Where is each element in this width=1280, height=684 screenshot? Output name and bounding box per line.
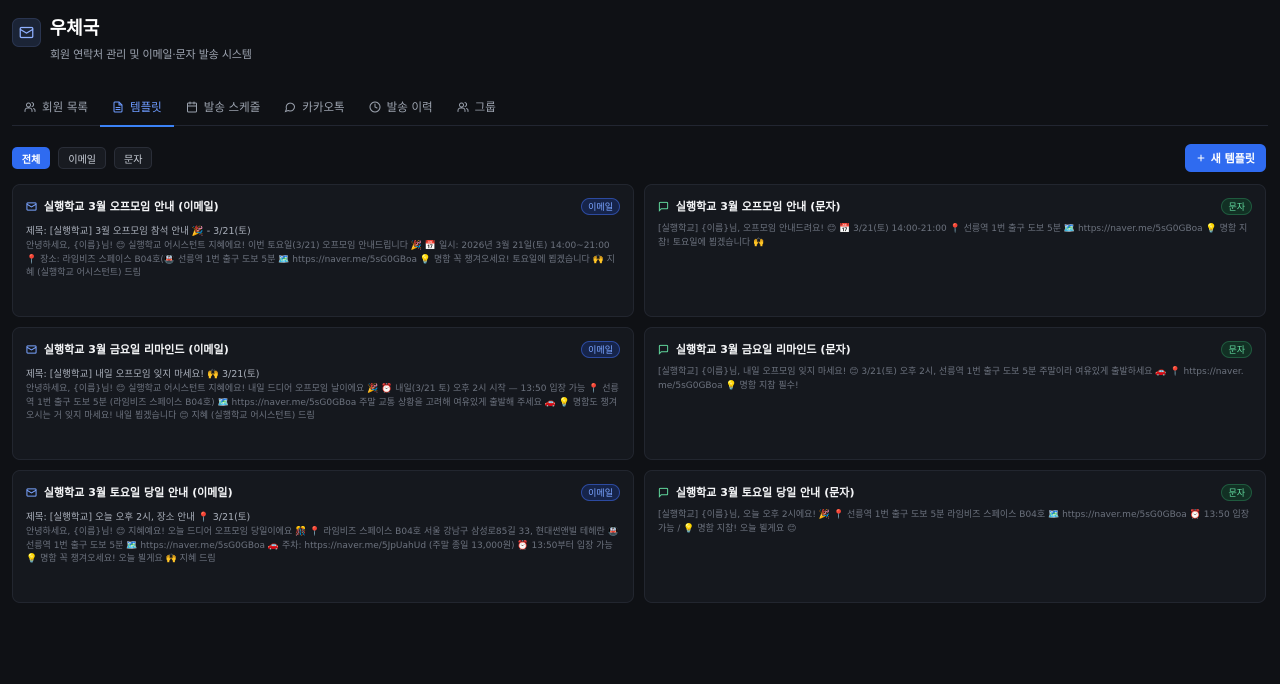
- filter-email-button[interactable]: 이메일: [58, 147, 107, 169]
- users-group-icon: [457, 102, 469, 112]
- template-title: 실행학교 3월 오프모임 안내 (문자): [676, 200, 841, 213]
- template-subject: 제목: [실행학교] 3월 오프모임 참석 안내 🎉 - 3/21(토): [26, 226, 251, 237]
- template-card[interactable]: 실행학교 3월 오프모임 안내 (이메일) 이메일 제목: [실행학교] 3월 …: [12, 184, 634, 317]
- plus-icon: [1197, 154, 1205, 162]
- new-template-label: 새 템플릿: [1210, 152, 1256, 165]
- template-subject: 제목: [실행학교] 오늘 오후 2시, 장소 안내 📍 3/21(토): [26, 512, 251, 523]
- template-title: 실행학교 3월 토요일 당일 안내 (이메일): [44, 486, 233, 499]
- tab-history[interactable]: 발송 이력: [357, 88, 445, 126]
- mail-icon: [26, 201, 37, 211]
- app-subtitle: 회원 연락처 관리 및 이메일·문자 발송 시스템: [50, 48, 252, 61]
- mail-icon: [26, 487, 37, 497]
- tab-groups[interactable]: 그룹: [445, 88, 508, 126]
- template-card[interactable]: 실행학교 3월 토요일 당일 안내 (이메일) 이메일 제목: [실행학교] 오…: [12, 470, 634, 603]
- type-badge: 문자: [1221, 484, 1252, 501]
- type-badge: 이메일: [581, 341, 620, 358]
- template-body: [실행학교] {이름}님, 오늘 오후 2시에요! 🎉 📍 선릉역 1번 출구 …: [658, 510, 1250, 534]
- mail-icon: [26, 344, 37, 354]
- tab-label: 카카오톡: [302, 100, 345, 114]
- filter-sms-button[interactable]: 문자: [114, 147, 153, 169]
- template-title: 실행학교 3월 금요일 리마인드 (이메일): [44, 343, 229, 356]
- tab-schedule[interactable]: 발송 스케줄: [174, 88, 273, 126]
- filter-all-button[interactable]: 전체: [12, 147, 51, 169]
- template-card[interactable]: 실행학교 3월 금요일 리마인드 (문자) 문자 [실행학교] {이름}님, 내…: [644, 327, 1266, 460]
- template-title: 실행학교 3월 오프모임 안내 (이메일): [44, 200, 219, 213]
- type-badge: 이메일: [581, 484, 620, 501]
- type-badge: 이메일: [581, 198, 620, 215]
- tab-label: 발송 이력: [386, 100, 433, 114]
- new-template-button[interactable]: 새 템플릿: [1185, 144, 1266, 172]
- tab-label: 템플릿: [129, 100, 162, 114]
- type-badge: 문자: [1221, 198, 1252, 215]
- tab-templates[interactable]: 템플릿: [99, 88, 174, 127]
- tab-label: 그룹: [474, 100, 496, 114]
- app-root: 우체국 회원 연락처 관리 및 이메일·문자 발송 시스템 회원 목록 템플릿 …: [0, 0, 1280, 684]
- app-title: 우체국: [50, 18, 100, 39]
- template-subject: 제목: [실행학교] 내일 오프모임 잊지 마세요! 🙌 3/21(토): [26, 369, 260, 380]
- template-title: 실행학교 3월 금요일 리마인드 (문자): [676, 343, 851, 356]
- template-body: 안녕하세요, {이름}님! 😊 실행학교 어시스턴트 지혜에요! 내일 드디어 …: [26, 384, 619, 421]
- clock-icon: [369, 101, 381, 113]
- template-body: [실행학교] {이름}님, 오프모임 안내드려요! 😊 📅 3/21(토) 14…: [658, 224, 1248, 248]
- calendar-icon: [186, 101, 197, 113]
- tab-label: 발송 스케줄: [203, 100, 261, 114]
- tab-kakaotalk[interactable]: 카카오톡: [272, 88, 356, 126]
- template-card[interactable]: 실행학교 3월 금요일 리마인드 (이메일) 이메일 제목: [실행학교] 내일…: [12, 327, 634, 460]
- template-card[interactable]: 실행학교 3월 오프모임 안내 (문자) 문자 [실행학교] {이름}님, 오프…: [644, 184, 1266, 317]
- template-card[interactable]: 실행학교 3월 토요일 당일 안내 (문자) 문자 [실행학교] {이름}님, …: [644, 470, 1266, 603]
- tab-members[interactable]: 회원 목록: [12, 88, 100, 126]
- message-square-icon: [658, 344, 669, 355]
- users-icon: [24, 102, 36, 112]
- mail-logo-icon: [12, 18, 41, 47]
- file-text-icon: [113, 101, 123, 113]
- template-grid: 실행학교 3월 오프모임 안내 (이메일) 이메일 제목: [실행학교] 3월 …: [12, 184, 1266, 603]
- template-title: 실행학교 3월 토요일 당일 안내 (문자): [676, 486, 855, 499]
- template-body: 안녕하세요, {이름}님! 😊 실행학교 어시스턴트 지혜에요! 이번 토요일(…: [26, 241, 615, 278]
- message-circle-icon: [284, 102, 296, 113]
- type-filters: 전체 이메일 문자: [12, 147, 153, 169]
- message-square-icon: [658, 487, 669, 498]
- message-square-icon: [658, 201, 669, 212]
- tab-label: 회원 목록: [42, 100, 88, 114]
- type-badge: 문자: [1221, 341, 1252, 358]
- main-tabs: 회원 목록 템플릿 발송 스케줄 카카오톡 발송 이력 그룹: [12, 88, 1268, 127]
- template-body: 안녕하세요, {이름}님! 😊 지혜예요! 오늘 드디어 오프모임 당일이에요 …: [26, 527, 619, 564]
- template-body: [실행학교] {이름}님, 내일 오프모임 잊지 마세요! 😊 3/21(토) …: [658, 367, 1244, 391]
- app-header: 우체국 회원 연락처 관리 및 이메일·문자 발송 시스템: [12, 18, 252, 62]
